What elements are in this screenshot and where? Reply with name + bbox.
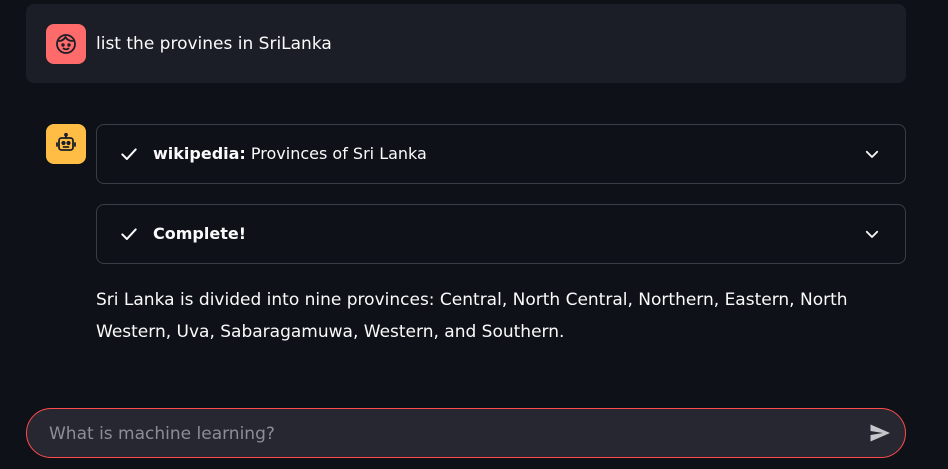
chat-input-container[interactable]: [26, 408, 906, 459]
user-avatar: [46, 24, 86, 64]
user-message-text: list the provines in SriLanka: [96, 34, 332, 54]
step-label-bold: Complete!: [153, 224, 246, 243]
assistant-answer-text: Sri Lanka is divided into nine provinces…: [96, 290, 848, 342]
step-label-bold: wikipedia:: [153, 144, 246, 163]
assistant-avatar: [46, 124, 86, 164]
check-icon: [121, 228, 137, 240]
send-icon[interactable]: [867, 421, 893, 445]
step-label: wikipedia: Provinces of Sri Lanka: [153, 143, 427, 165]
user-message: list the provines in SriLanka: [26, 4, 906, 83]
check-icon: [121, 148, 137, 160]
step-expander-wikipedia[interactable]: wikipedia: Provinces of Sri Lanka: [96, 124, 906, 184]
step-expander-complete[interactable]: Complete!: [96, 204, 906, 264]
robot-icon: [56, 132, 76, 151]
chevron-down-icon[interactable]: [863, 145, 881, 163]
step-label-rest: Provinces of Sri Lanka: [245, 144, 427, 163]
user-face-icon: [56, 34, 76, 54]
step-label: Complete!: [153, 223, 246, 245]
chevron-down-icon[interactable]: [863, 225, 881, 243]
chat-input[interactable]: [47, 409, 851, 459]
